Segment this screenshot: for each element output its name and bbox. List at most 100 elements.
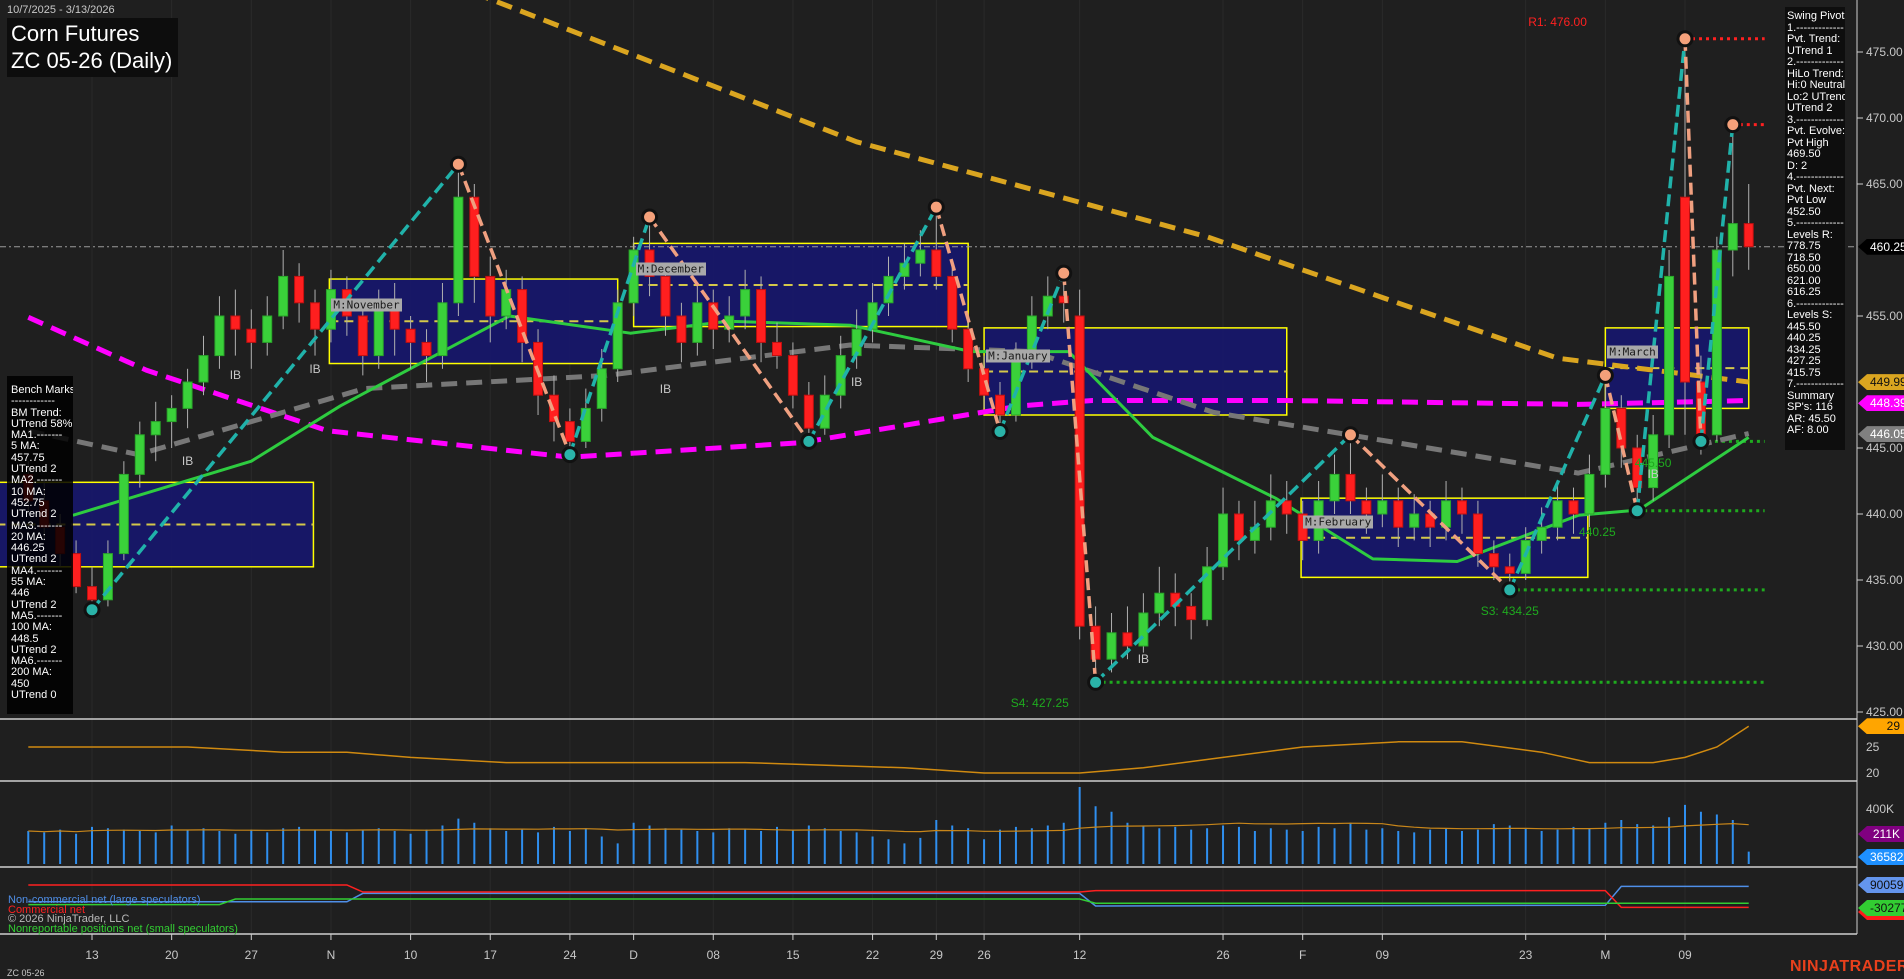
swing-low-marker [563, 448, 577, 462]
candle [772, 342, 781, 355]
price-tick-label: 445.00 [1866, 441, 1903, 455]
ib-annotation: IB [1647, 467, 1658, 481]
candle [406, 329, 415, 342]
candle [167, 408, 176, 421]
candle [183, 382, 192, 408]
price-chart[interactable] [0, 0, 1904, 979]
oscillator-line [28, 726, 1748, 773]
price-tick-label: 430.00 [1866, 639, 1903, 653]
osc-tick-label: 25 [1866, 740, 1879, 754]
swing-pivots-line: Swing Pivots [1787, 11, 1845, 23]
price-tag: 460.25 [1858, 239, 1904, 255]
candle [1346, 474, 1355, 500]
chart-subtitle: ZC 05-26 (Daily) [11, 47, 172, 74]
candle [1537, 527, 1546, 540]
candle [1362, 501, 1371, 514]
level-label: R1: 476.00 [1528, 15, 1587, 29]
candle [1155, 593, 1164, 613]
candle [119, 474, 128, 553]
candle [1107, 633, 1116, 659]
swing-pivots-line: SP's: 116 [1787, 402, 1845, 414]
bench-marks-line: ------------ [11, 396, 73, 407]
price-tag: 446.05 [1858, 426, 1904, 442]
ib-annotation: IB [660, 382, 671, 396]
price-tick-label: 465.00 [1866, 177, 1903, 191]
x-tick-label: 24 [563, 948, 576, 962]
x-tick-label: 12 [1073, 948, 1086, 962]
x-tick-label: 26 [977, 948, 990, 962]
monthly-box-label: M:February [1303, 515, 1373, 528]
candle [1505, 567, 1514, 574]
volume-tag: 211K [1858, 826, 1904, 842]
swing-low-marker [1089, 675, 1103, 689]
osc-tick-label: 20 [1866, 766, 1879, 780]
swing-pivots-line: 2.------------- [1787, 57, 1845, 69]
candle [1457, 501, 1466, 514]
candle [1585, 474, 1594, 514]
cot-line [28, 885, 1748, 907]
candle [1665, 276, 1674, 434]
candle [1330, 474, 1339, 500]
candle [1011, 356, 1020, 415]
swing-pivots-line: Hi:0 Neutral [1787, 80, 1845, 92]
candle [1410, 514, 1419, 527]
swing-low-marker [1503, 583, 1517, 597]
candle [1601, 408, 1610, 474]
ma-line-55ma [28, 345, 1748, 473]
swing-pivots-line: 4.------------- [1787, 172, 1845, 184]
swing-low-marker [993, 425, 1007, 439]
candle [1378, 501, 1387, 514]
ib-annotation: IB [230, 368, 241, 382]
candle [1234, 514, 1243, 540]
candle [1282, 501, 1291, 514]
candle [438, 303, 447, 356]
x-tick-label: 22 [866, 948, 879, 962]
swing-pivots-line: Pvt. Trend: [1787, 34, 1845, 46]
ib-annotation: IB [1138, 652, 1149, 666]
candle [757, 290, 766, 343]
monthly-box-label: M:December [636, 263, 706, 276]
candle [804, 395, 813, 428]
swing-leg [1637, 39, 1685, 511]
chart-title: Corn Futures [11, 20, 172, 47]
chart-title-box: Corn Futures ZC 05-26 (Daily) [7, 18, 178, 77]
swing-pivots-line: 650.00 [1787, 264, 1845, 276]
candle [1394, 501, 1403, 527]
price-tick-label: 455.00 [1866, 309, 1903, 323]
x-tick-label: 10 [404, 948, 417, 962]
ninjatrader-logo: NINJATRADER [1790, 958, 1904, 976]
swing-low-marker [85, 603, 99, 617]
candle [1569, 501, 1578, 514]
candle [741, 290, 750, 316]
candle [215, 316, 224, 356]
candle [996, 395, 1005, 415]
candle [597, 369, 606, 409]
price-tick-label: 435.00 [1866, 573, 1903, 587]
swing-low-marker [802, 434, 816, 448]
volume-tag: 36582 [1858, 849, 1904, 865]
candle [199, 356, 208, 382]
x-tick-label: 13 [85, 948, 98, 962]
ib-annotation: IB [851, 375, 862, 389]
x-tick-label: F [1299, 948, 1306, 962]
x-tick-label: 23 [1519, 948, 1532, 962]
swing-pivots-line: 616.25 [1787, 287, 1845, 299]
candle [454, 197, 463, 303]
swing-high-marker [1678, 32, 1692, 46]
cot-legend-item: Nonreportable positions net (small specu… [8, 923, 238, 935]
x-tick-label: 17 [484, 948, 497, 962]
candle [247, 329, 256, 342]
candle [932, 250, 941, 276]
swing-low-marker [1694, 434, 1708, 448]
cot-tag: 90059 [1858, 877, 1904, 893]
x-tick-label: M [1600, 948, 1610, 962]
candle [486, 276, 495, 316]
ib-annotation: IB [309, 362, 320, 376]
swing-pivots-line: 7.------------- [1787, 379, 1845, 391]
ib-annotation: IB [182, 454, 193, 468]
cot-tag: -30277 [1858, 900, 1904, 916]
x-tick-label: 27 [245, 948, 258, 962]
swing-high-marker [643, 210, 657, 224]
candle [916, 250, 925, 263]
candle [1489, 554, 1498, 567]
